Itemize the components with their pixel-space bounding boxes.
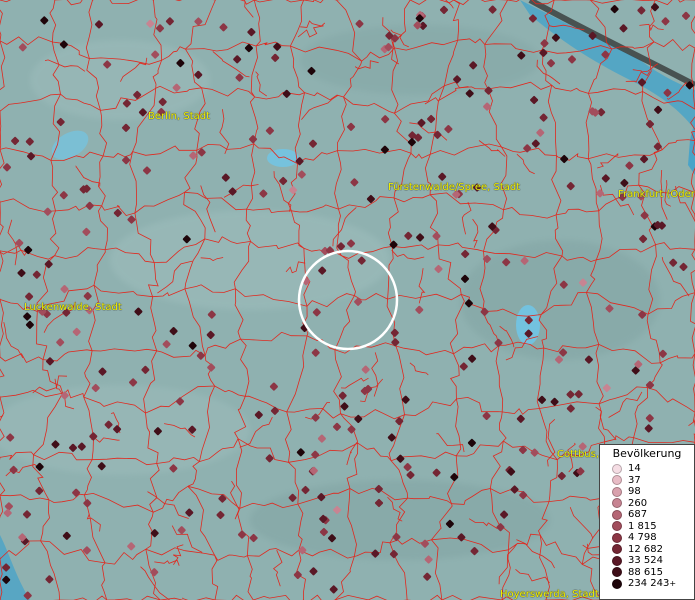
legend-label: 1 815 xyxy=(628,520,657,532)
legend-item: 12 682 xyxy=(612,544,694,556)
legend-swatch xyxy=(612,509,622,520)
legend-label: 260 xyxy=(628,497,648,509)
legend-item: 14 xyxy=(612,463,694,475)
place-label-cottbus[interactable]: Cottbus, xyxy=(557,449,599,460)
legend-swatch xyxy=(612,578,622,589)
legend-swatch xyxy=(612,544,622,555)
legend-swatch xyxy=(612,463,622,474)
map-view[interactable]: Berlin, Stadt Fürstenwalde/Spree, Stadt … xyxy=(0,0,695,600)
legend-label: 234 243 xyxy=(628,578,670,589)
legend-swatch xyxy=(612,555,622,566)
legend-label: 687 xyxy=(628,509,648,520)
place-label-frankfurt[interactable]: Frankfurt (Oder xyxy=(618,189,695,200)
legend-label: 4 798 xyxy=(628,532,657,543)
legend-item: 98 xyxy=(612,486,694,498)
legend-label: 12 682 xyxy=(628,543,663,555)
legend-swatch xyxy=(612,532,622,543)
place-label-hoyerswerda[interactable]: Hoyerswerda, Stadt xyxy=(500,589,599,600)
legend-label: 88 615 xyxy=(628,566,663,578)
legend-label: 33 524 xyxy=(628,555,663,566)
legend-label: 37 xyxy=(628,474,641,486)
place-label-fuerstenwalde[interactable]: Fürstenwalde/Spree, Stadt xyxy=(388,182,520,193)
legend-item: 37 xyxy=(612,475,694,487)
legend-item: 687 xyxy=(612,509,694,521)
place-label-berlin[interactable]: Berlin, Stadt xyxy=(148,111,210,122)
legend-label: 14 xyxy=(628,463,641,474)
legend-swatch xyxy=(612,486,622,497)
legend-title: Bevölkerung xyxy=(612,447,682,460)
legend-label: 98 xyxy=(628,486,641,497)
place-label-luckenwalde[interactable]: Luckenwalde, Stadt xyxy=(24,302,122,313)
legend-item: 88 615 xyxy=(612,567,694,579)
legend-swatch xyxy=(612,498,622,509)
legend-item: 1 815 xyxy=(612,521,694,533)
legend-swatch xyxy=(612,521,622,532)
legend-items: 14 37 98 260 687 1 815 4 798 12 682 33 524 88 615… xyxy=(600,463,694,590)
map-canvas[interactable] xyxy=(0,0,695,600)
legend-item: 234 243 + xyxy=(612,578,694,590)
legend-item: 4 798 xyxy=(612,532,694,544)
legend-plus-suffix: + xyxy=(669,579,677,588)
legend-item: 33 524 xyxy=(612,555,694,567)
legend-item: 260 xyxy=(612,498,694,510)
legend-swatch xyxy=(612,475,622,486)
population-legend: Bevölkerung 14 37 98 260 687 1 815 4 798 12 682… xyxy=(599,444,695,600)
legend-swatch xyxy=(612,567,622,578)
